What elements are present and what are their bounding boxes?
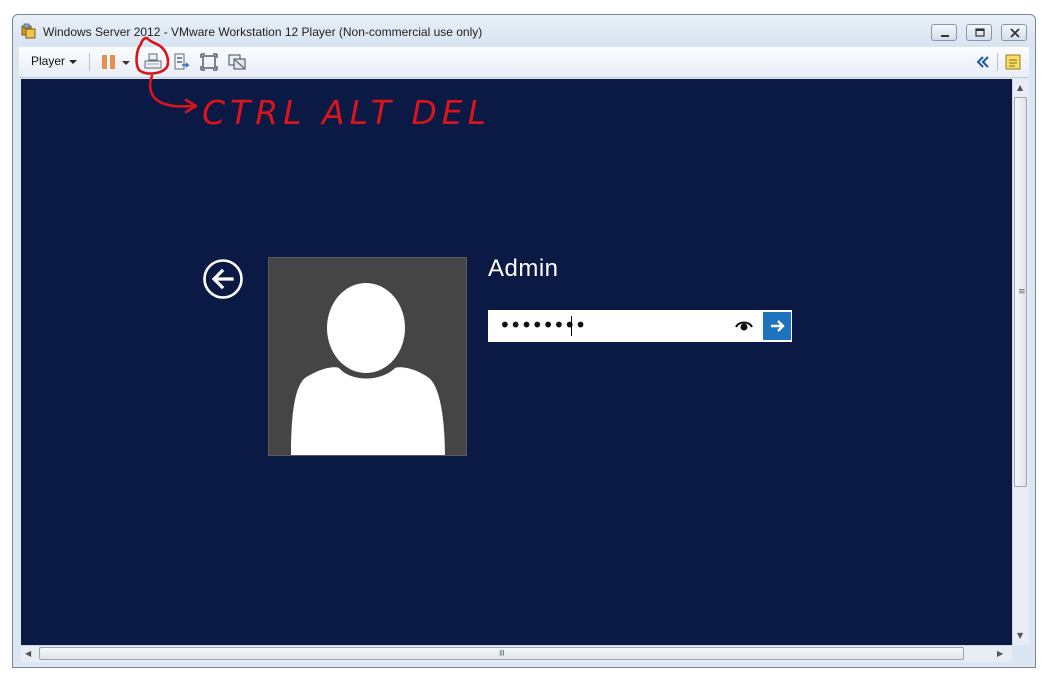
arrow-right-icon — [771, 320, 785, 332]
scroll-left-icon[interactable]: ◀ — [25, 649, 31, 658]
vmware-player-window: Windows Server 2012 - VMware Workstation… — [12, 14, 1036, 668]
collapse-icon — [976, 56, 989, 68]
window-title: Windows Server 2012 - VMware Workstation… — [43, 25, 483, 39]
restore-button[interactable] — [966, 24, 992, 41]
vm-screen[interactable]: Admin •••••••• — [21, 79, 1012, 645]
chevron-down-icon — [69, 59, 78, 64]
full-screen-button[interactable] — [199, 52, 219, 72]
pause-button[interactable] — [99, 52, 119, 72]
user-name: Admin — [488, 255, 559, 282]
grip-icon: ≡ — [496, 649, 506, 657]
text-caret — [571, 316, 572, 336]
close-button[interactable] — [1001, 24, 1027, 41]
removable-devices-button[interactable] — [171, 52, 191, 72]
title-bar[interactable]: Windows Server 2012 - VMware Workstation… — [13, 15, 1035, 47]
notes-icon — [1005, 54, 1021, 70]
pause-icon — [102, 55, 115, 69]
password-input[interactable]: •••••••• — [488, 310, 792, 342]
removable-devices-icon — [174, 53, 190, 70]
password-value: •••••••• — [499, 313, 586, 337]
grip-icon: ≡ — [1018, 287, 1026, 297]
reveal-password-icon[interactable] — [735, 319, 753, 333]
player-toolbar: Player — [19, 47, 1029, 78]
user-avatar — [268, 257, 467, 456]
back-arrow-icon[interactable] — [203, 259, 243, 299]
minimize-icon — [941, 35, 949, 37]
submit-arrow-button[interactable] — [763, 312, 791, 340]
scroll-down-icon[interactable]: ▼ — [1017, 631, 1023, 640]
close-icon — [1010, 28, 1020, 38]
unity-button[interactable] — [227, 52, 247, 72]
full-screen-icon — [200, 53, 218, 71]
vertical-scrollbar[interactable]: ▲ ≡ ▼ — [1012, 79, 1029, 645]
toolbar-separator — [997, 53, 998, 71]
send-ctrl-alt-del-button[interactable] — [143, 52, 163, 72]
power-dropdown-button[interactable] — [119, 52, 133, 72]
restore-icon — [975, 28, 985, 37]
scroll-up-icon[interactable]: ▲ — [1017, 83, 1023, 92]
user-silhouette-icon — [291, 283, 445, 455]
minimize-button[interactable] — [931, 24, 957, 41]
notes-button[interactable] — [1003, 52, 1023, 72]
dropdown-caret-icon — [122, 61, 130, 65]
vertical-scroll-thumb[interactable]: ≡ — [1014, 97, 1027, 487]
scroll-right-icon[interactable]: ▶ — [997, 649, 1003, 658]
ctrl-alt-del-icon — [144, 53, 162, 69]
horizontal-scroll-thumb[interactable]: ≡ — [39, 647, 964, 660]
player-menu-button[interactable]: Player — [31, 54, 78, 68]
collapse-toolbar-button[interactable] — [973, 52, 993, 72]
horizontal-scrollbar[interactable]: ◀ ≡ ▶ — [21, 645, 1012, 662]
toolbar-separator — [89, 53, 90, 71]
player-menu-label: Player — [31, 54, 66, 68]
vmware-player-icon — [21, 23, 36, 39]
unity-icon — [228, 54, 246, 70]
